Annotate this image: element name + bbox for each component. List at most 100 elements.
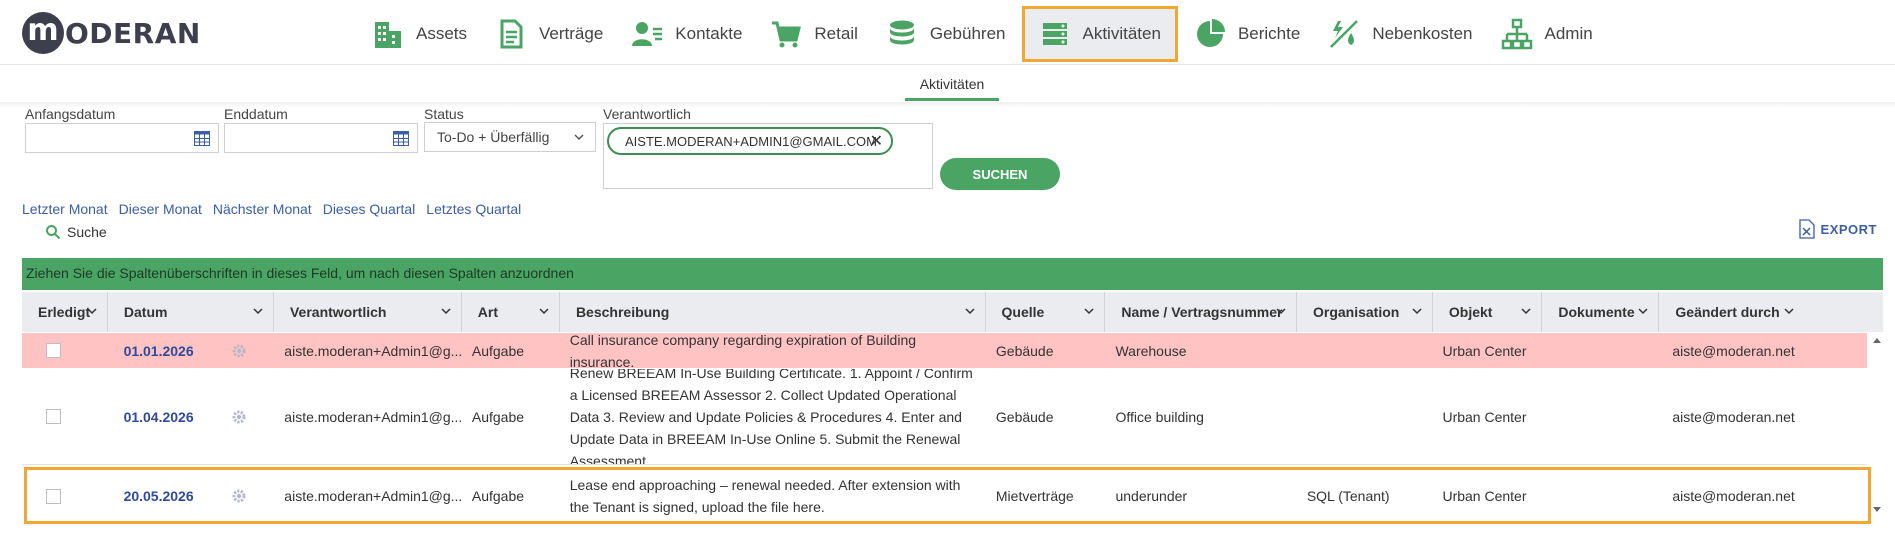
nav-gebuehren[interactable]: Gebühren — [874, 6, 1018, 62]
range-next-month[interactable]: Nächster Monat — [213, 201, 312, 217]
column-title: Name / Vertragsnummer — [1121, 304, 1283, 320]
column-header-geaendert-durch[interactable]: Geändert durch — [1659, 292, 1883, 332]
nav-aktivitaeten[interactable]: Aktivitäten — [1021, 6, 1178, 62]
table-row[interactable]: 01.01.2026 aiste.moderan+Admin1@g... Auf… — [22, 333, 1867, 368]
nav-label: Verträge — [539, 24, 604, 43]
nav-retail[interactable]: Retail — [758, 6, 869, 62]
search-icon — [46, 225, 61, 240]
column-title: Dokumente — [1558, 304, 1635, 320]
search-toggle[interactable]: Suche — [45, 224, 107, 240]
column-header-erledigt[interactable]: Erledigt — [22, 292, 108, 332]
chevron-down-icon — [574, 134, 584, 141]
cell-quelle: Gebäude — [995, 408, 1054, 425]
cell-datum[interactable]: 01.01.2026 — [108, 333, 222, 368]
status-select[interactable]: To-Do + Überfällig — [424, 122, 596, 152]
range-this-month[interactable]: Dieser Monat — [119, 201, 202, 217]
cell-verantwortlich: aiste.moderan+Admin1@g... — [284, 342, 462, 359]
nav-admin[interactable]: Admin — [1489, 6, 1605, 62]
nav-assets[interactable]: Assets — [360, 6, 479, 62]
nav-label: Aktivitäten — [1082, 24, 1161, 43]
coins-icon — [889, 20, 914, 45]
chevron-down-icon[interactable] — [1784, 306, 1794, 316]
close-icon[interactable]: ✕ — [870, 131, 883, 151]
logo-mark: m — [22, 12, 64, 54]
cell-name[interactable]: Warehouse — [1105, 333, 1296, 368]
column-header-quelle[interactable]: Quelle — [986, 292, 1106, 332]
group-by-drop-area[interactable]: Ziehen Sie die Spaltenüberschriften in d… — [22, 258, 1883, 290]
nav-label: Assets — [416, 24, 468, 43]
nav-label: Admin — [1544, 24, 1593, 43]
search-toggle-label: Suche — [67, 224, 107, 240]
responsible-label: Verantwortlich — [603, 106, 691, 122]
chevron-down-icon[interactable] — [1084, 306, 1094, 316]
calendar-icon[interactable] — [194, 131, 210, 146]
scroll-down-arrow[interactable] — [1873, 507, 1881, 512]
nav-nebenkosten[interactable]: Nebenkosten — [1316, 6, 1484, 62]
cell-objekt: Urban Center — [1442, 408, 1527, 425]
cell-datum[interactable]: 01.04.2026 — [108, 369, 222, 464]
chevron-down-icon[interactable] — [539, 306, 549, 316]
chevron-down-icon[interactable] — [965, 306, 975, 316]
column-header-art[interactable]: Art — [462, 292, 560, 332]
column-title: Art — [477, 304, 499, 320]
cell-objekt: Urban Center — [1442, 342, 1527, 359]
cell-geaendert-durch: aiste@moderan.net — [1672, 408, 1795, 425]
column-title: Geändert durch — [1675, 304, 1780, 320]
start-date-field[interactable] — [25, 123, 219, 153]
column-header-dokumente[interactable]: Dokumente — [1542, 292, 1660, 332]
scroll-up-arrow[interactable] — [1873, 338, 1881, 343]
chip-label: AISTE.MODERAN+ADMIN1@GMAIL.COM — [625, 134, 877, 149]
nav-kontakte[interactable]: Kontakte — [619, 6, 754, 62]
cell-settings — [222, 369, 275, 464]
status-label: Status — [424, 106, 464, 122]
column-title: Datum — [123, 304, 168, 320]
moderan-logo[interactable]: m ODERAN — [22, 12, 201, 54]
range-this-quarter[interactable]: Dieses Quartal — [323, 201, 416, 217]
gear-icon[interactable] — [232, 344, 246, 358]
cell-verantwortlich: aiste.moderan+Admin1@g... — [284, 408, 462, 425]
logo-wordmark: ODERAN — [65, 16, 201, 50]
column-header-beschreibung[interactable]: Beschreibung — [560, 292, 986, 332]
cell-erledigt — [22, 333, 108, 368]
export-button[interactable]: EXPORT — [1798, 219, 1877, 239]
column-title: Erledigt — [38, 304, 91, 320]
calendar-icon[interactable] — [393, 131, 409, 146]
search-button[interactable]: SUCHEN — [940, 158, 1060, 190]
column-header-datum[interactable]: Datum — [108, 292, 274, 332]
subtab-aktivitaeten[interactable]: Aktivitäten — [905, 76, 999, 92]
nav-label: Gebühren — [929, 24, 1006, 43]
column-header-organisation[interactable]: Organisation — [1297, 292, 1433, 332]
chevron-down-icon[interactable] — [1521, 306, 1531, 316]
range-last-quarter[interactable]: Letztes Quartal — [426, 201, 521, 217]
table-row[interactable]: 01.04.2026 aiste.moderan+Admin1@g... Auf… — [22, 369, 1867, 465]
range-last-month[interactable]: Letzter Monat — [22, 201, 108, 217]
cell-art: Aufgabe — [471, 408, 525, 425]
column-header-objekt[interactable]: Objekt — [1433, 292, 1543, 332]
quick-date-ranges: Letzter Monat Dieser Monat Nächster Mona… — [22, 201, 532, 217]
nav-berichte[interactable]: Berichte — [1182, 6, 1312, 62]
nav-label: Nebenkosten — [1372, 24, 1473, 43]
chevron-down-icon[interactable] — [87, 306, 97, 316]
done-checkbox[interactable] — [46, 343, 61, 358]
column-header-name-vertragsnummer[interactable]: Name / Vertragsnummer — [1105, 292, 1297, 332]
org-chart-icon — [1501, 18, 1532, 50]
cell-organisation — [1297, 333, 1433, 368]
nav-label: Retail — [814, 24, 858, 43]
chevron-down-icon[interactable] — [441, 306, 451, 316]
cell-name[interactable]: Office building — [1105, 369, 1296, 464]
chevron-down-icon[interactable] — [1412, 306, 1422, 316]
nav-vertraege[interactable]: Verträge — [483, 6, 615, 62]
done-checkbox[interactable] — [46, 409, 61, 424]
gear-icon[interactable] — [232, 410, 246, 424]
activities-icon — [1042, 23, 1067, 45]
end-date-field[interactable] — [224, 123, 418, 153]
cell-quelle: Gebäude — [995, 342, 1054, 359]
contacts-icon — [632, 22, 663, 46]
pie-chart-icon — [1196, 19, 1225, 47]
chevron-down-icon[interactable] — [253, 306, 263, 316]
chevron-down-icon[interactable] — [1638, 306, 1648, 316]
column-title: Beschreibung — [575, 304, 670, 320]
column-title: Verantwortlich — [289, 304, 387, 320]
chevron-down-icon[interactable] — [1276, 306, 1286, 316]
column-header-verantwortlich[interactable]: Verantwortlich — [274, 292, 462, 332]
